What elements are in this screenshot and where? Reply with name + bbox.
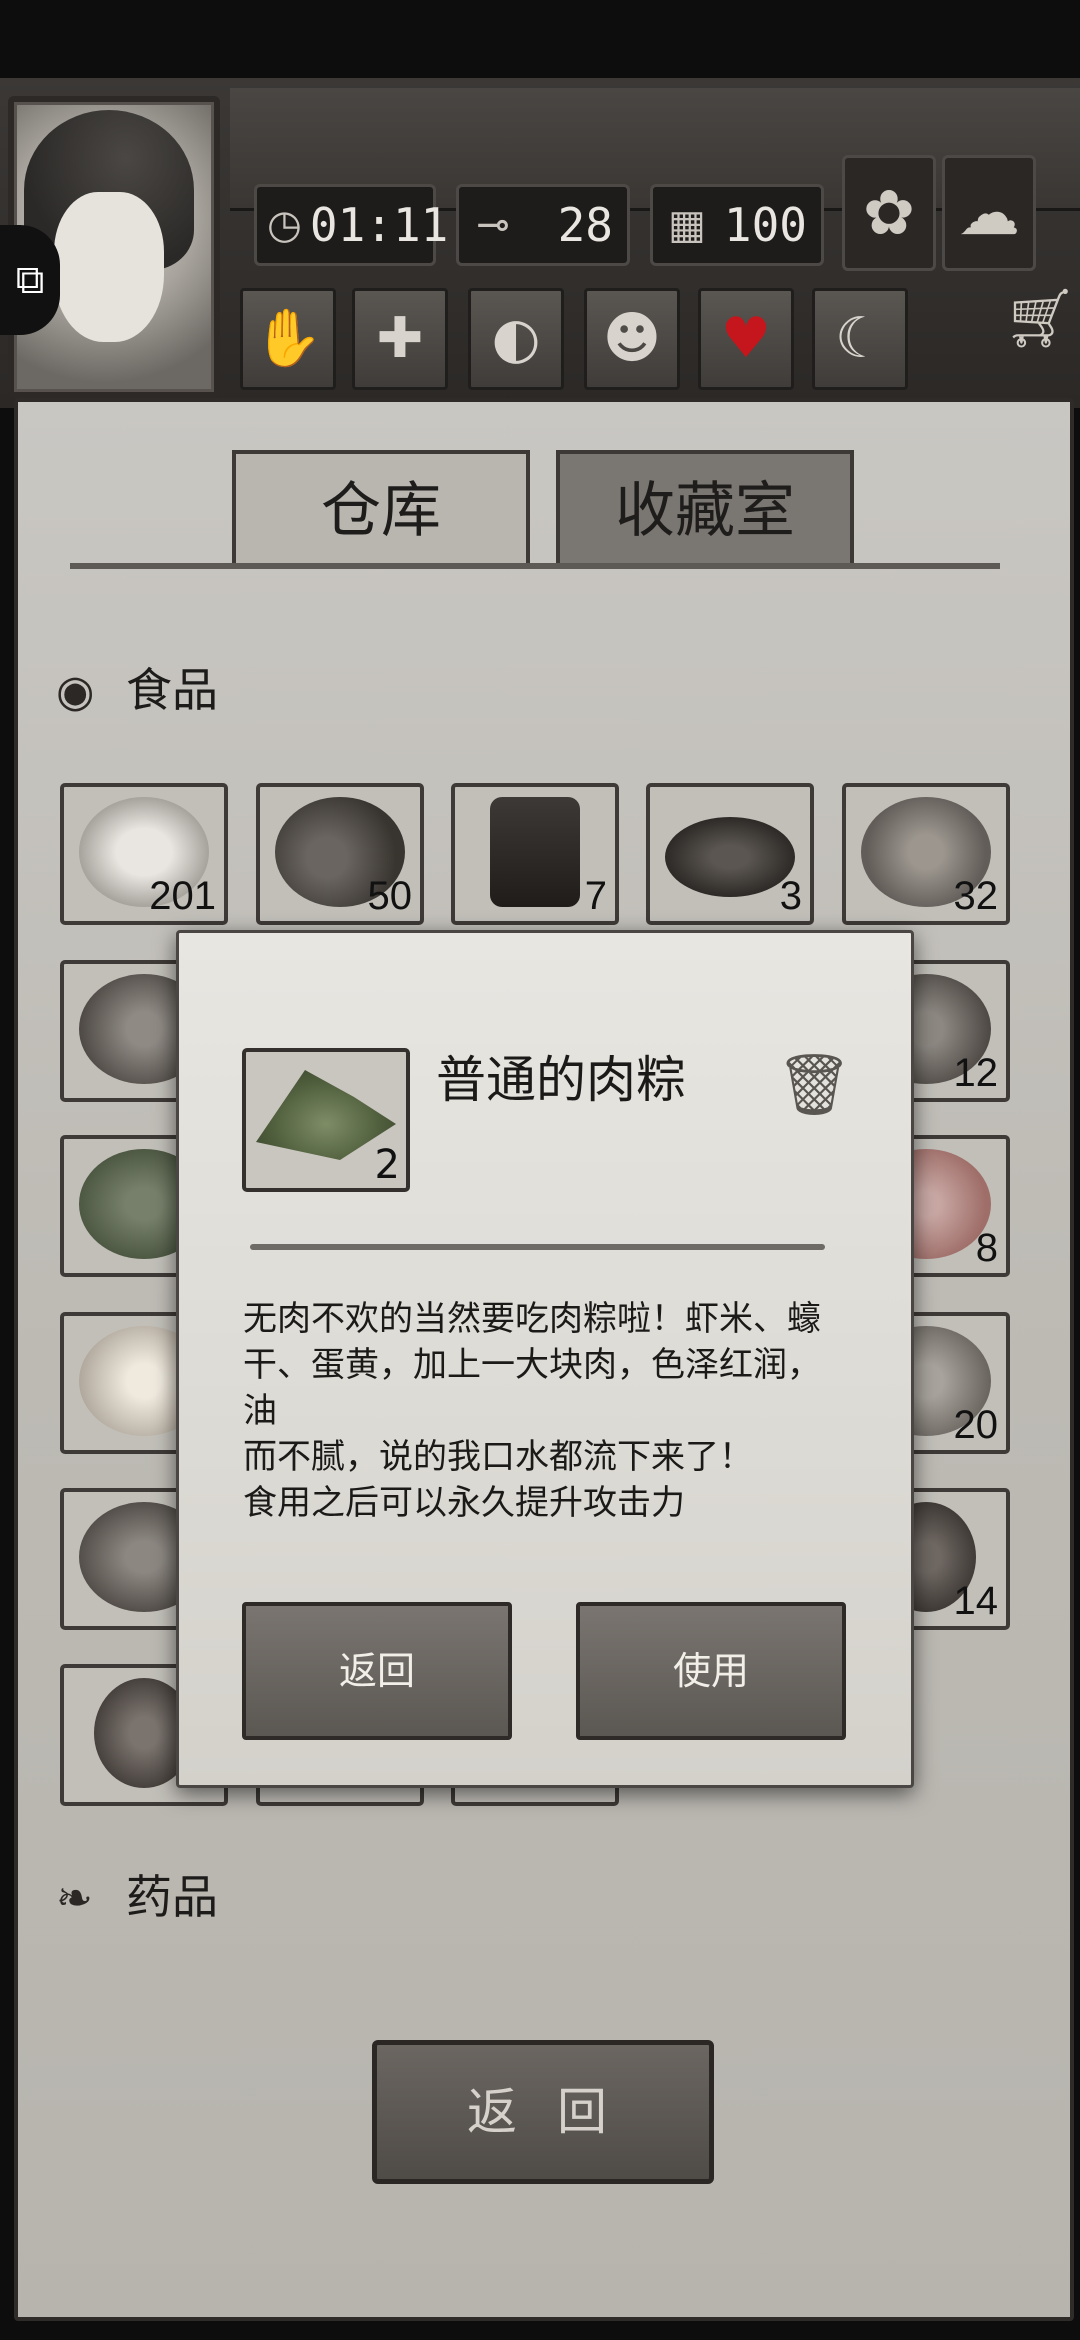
- trash-icon[interactable]: 🗑︎: [776, 1050, 852, 1120]
- dialog-use-button[interactable]: 使用: [576, 1602, 846, 1740]
- tab-collection-room[interactable]: 收藏室: [556, 450, 854, 569]
- tab-warehouse[interactable]: 仓库: [232, 450, 530, 569]
- slot-count: 201: [149, 874, 216, 918]
- time-value: 01:11: [309, 198, 449, 252]
- brain-icon[interactable]: ☻: [584, 288, 680, 390]
- slot-count: 3: [779, 874, 802, 918]
- dialog-item-slot: 2: [242, 1048, 410, 1192]
- puzzle-icon[interactable]: ⧉: [0, 225, 60, 335]
- dialog-divider: [250, 1244, 825, 1250]
- leaf-icon: ❧: [56, 1873, 93, 1924]
- heart-icon[interactable]: ♥: [698, 288, 794, 390]
- clock-icon: ◷: [267, 202, 302, 248]
- shopping-cart-icon[interactable]: 🛒︎: [1000, 278, 1080, 358]
- thermometer-icon: ⊸: [476, 202, 510, 248]
- slot-count: 32: [953, 874, 999, 918]
- calendar-icon: ▦: [668, 202, 706, 248]
- canned-tea-icon: [490, 797, 580, 907]
- days-value: 100: [723, 198, 807, 252]
- cloud-icon[interactable]: ☁: [942, 155, 1036, 271]
- temperature-value: 28: [557, 198, 613, 252]
- stomach-icon[interactable]: ◐: [468, 288, 564, 390]
- section-medicine-label: 药品: [126, 1870, 218, 1924]
- slot-count: 12: [953, 1051, 999, 1095]
- dialog-description: 无肉不欢的当然要吃肉粽啦！虾米、蠔 干、蛋黄，加上一大块肉，色泽红润，油 而不腻…: [243, 1299, 821, 1523]
- steak-icon: [665, 817, 795, 897]
- temperature-display: ⊸ 28: [456, 184, 630, 266]
- hand-icon[interactable]: ✋: [240, 288, 336, 390]
- dialog-item-count: 2: [374, 1142, 400, 1188]
- section-food: ◉ 食品: [56, 655, 218, 725]
- days-display: ▦ 100: [650, 184, 824, 266]
- panel-back-button[interactable]: 返 回: [372, 2040, 714, 2184]
- time-display: ◷ 01:11: [254, 184, 448, 266]
- inventory-slot[interactable]: 32: [842, 783, 1010, 925]
- slot-count: 50: [367, 874, 413, 918]
- slot-count: 8: [975, 1226, 998, 1270]
- meat-icon: ◉: [56, 666, 95, 717]
- dialog-item-name: 普通的肉粽: [436, 1051, 686, 1109]
- sunflower-icon[interactable]: ✿: [842, 155, 936, 271]
- section-medicine: ❧ 药品: [56, 1862, 218, 1932]
- slot-count: 14: [953, 1579, 999, 1623]
- portrait-face: [54, 192, 164, 342]
- dialog-back-button[interactable]: 返回: [242, 1602, 512, 1740]
- inventory-slot[interactable]: 7: [451, 783, 619, 925]
- medical-cross-icon[interactable]: ✚: [352, 288, 448, 390]
- inventory-slot[interactable]: 3: [646, 783, 814, 925]
- moon-icon[interactable]: ☾: [812, 288, 908, 390]
- slot-count: 7: [584, 874, 607, 918]
- inventory-slot[interactable]: 50: [256, 783, 424, 925]
- inventory-slot[interactable]: 201: [60, 783, 228, 925]
- section-food-label: 食品: [126, 663, 218, 717]
- tab-underline: [70, 563, 1000, 569]
- slot-count: 20: [953, 1403, 999, 1447]
